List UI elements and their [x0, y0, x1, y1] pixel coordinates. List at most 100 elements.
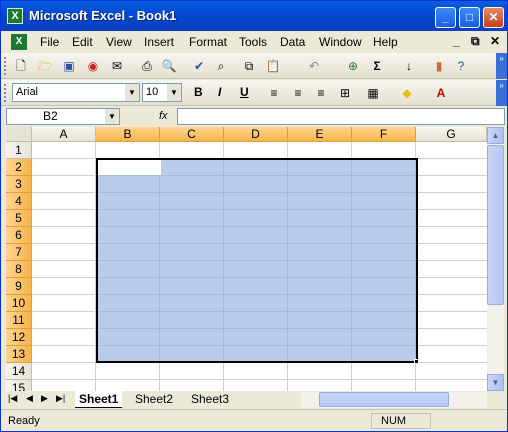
fill-handle[interactable]	[414, 359, 419, 364]
doc-close-button[interactable]: ✕	[490, 34, 500, 48]
prev-sheet-icon[interactable]: ◀	[26, 393, 33, 404]
row-header-5[interactable]: 5	[6, 210, 32, 227]
title-bar[interactable]: X Microsoft Excel - Book1 _ □ ✕	[1, 1, 507, 31]
row-header-14[interactable]: 14	[6, 363, 32, 380]
toolbar-options-chevron-icon[interactable]: »	[496, 53, 507, 79]
borders-icon[interactable]: ▦	[365, 85, 381, 101]
spelling-icon[interactable]: ✔	[191, 58, 207, 74]
chevron-down-icon[interactable]: ▼	[167, 84, 181, 101]
last-sheet-icon[interactable]: ▶|	[56, 393, 65, 404]
merge-center-icon[interactable]: ⊞	[337, 85, 353, 101]
worksheet-grid[interactable]: A B C D E F G 1 2 3 4 5 6 7 8 9 10 11 12…	[6, 127, 487, 391]
vertical-scroll-thumb[interactable]	[487, 145, 504, 305]
column-header-f[interactable]: F	[352, 127, 416, 142]
italic-button[interactable]: I	[218, 85, 221, 99]
row-header-12[interactable]: 12	[6, 329, 32, 346]
open-folder-icon[interactable]: 🗁	[37, 58, 53, 74]
name-box-value: B2	[43, 109, 58, 123]
menu-tools[interactable]: Tools	[239, 35, 267, 49]
font-name-combo[interactable]: Arial ▼	[12, 83, 140, 102]
name-box[interactable]: B2 ▼	[6, 108, 120, 125]
next-sheet-icon[interactable]: ▶	[41, 393, 48, 404]
row-header-3[interactable]: 3	[6, 176, 32, 193]
column-header-a[interactable]: A	[32, 127, 96, 142]
align-right-icon[interactable]: ≡	[313, 85, 329, 101]
doc-restore-button[interactable]: ⧉	[471, 34, 480, 49]
row-header-15[interactable]: 15	[6, 380, 32, 391]
font-size-combo[interactable]: 10 ▼	[142, 83, 182, 102]
save-icon[interactable]: ▣	[61, 58, 77, 74]
permission-icon[interactable]: ◉	[85, 58, 101, 74]
scroll-up-icon[interactable]: ▲	[487, 127, 504, 144]
menu-data[interactable]: Data	[280, 35, 305, 49]
sheet-tab-bar: |◀ ◀ ▶ ▶| Sheet1 Sheet2 Sheet3	[1, 391, 507, 408]
column-header-e[interactable]: E	[288, 127, 352, 142]
autosum-icon[interactable]: Σ	[369, 58, 385, 74]
row-header-11[interactable]: 11	[6, 312, 32, 329]
row-header-6[interactable]: 6	[6, 227, 32, 244]
row-header-7[interactable]: 7	[6, 244, 32, 261]
menu-insert[interactable]: Insert	[144, 35, 174, 49]
toolbar-options-chevron-icon[interactable]: »	[496, 80, 507, 106]
vertical-scrollbar[interactable]: ▲ ▼	[487, 127, 504, 391]
row-header-9[interactable]: 9	[6, 278, 32, 295]
menu-edit[interactable]: Edit	[72, 35, 93, 49]
row-header-10[interactable]: 10	[6, 295, 32, 312]
menu-view[interactable]: View	[106, 35, 132, 49]
hyperlink-icon[interactable]: ⊕	[345, 58, 361, 74]
help-icon[interactable]: ?	[453, 58, 469, 74]
menu-format[interactable]: Format	[189, 35, 227, 49]
paste-icon[interactable]: 📋	[265, 58, 281, 74]
chevron-down-icon[interactable]: ▼	[125, 84, 139, 101]
select-all-button[interactable]	[6, 127, 32, 142]
print-icon[interactable]: ⎙	[139, 58, 155, 74]
column-header-b[interactable]: B	[96, 127, 160, 142]
excel-window: X Microsoft Excel - Book1 _ □ ✕ X File E…	[0, 0, 508, 432]
row-header-1[interactable]: 1	[6, 142, 32, 159]
row-header-2[interactable]: 2	[6, 159, 32, 176]
row-header-4[interactable]: 4	[6, 193, 32, 210]
menu-file[interactable]: File	[40, 35, 59, 49]
maximize-button[interactable]: □	[459, 7, 480, 28]
horizontal-scrollbar[interactable]	[301, 392, 487, 408]
tab-sheet3[interactable]: Sheet3	[187, 391, 233, 408]
scroll-down-icon[interactable]: ▼	[487, 374, 504, 391]
tab-sheet2[interactable]: Sheet2	[131, 391, 177, 408]
copy-icon[interactable]: ⧉	[241, 58, 257, 74]
column-header-c[interactable]: C	[160, 127, 224, 142]
close-button[interactable]: ✕	[483, 7, 504, 28]
underline-button[interactable]: U	[240, 85, 249, 99]
active-cell[interactable]	[98, 160, 161, 175]
horizontal-scroll-thumb[interactable]	[319, 392, 449, 407]
research-icon[interactable]: ⌕	[213, 58, 229, 74]
toolbar-grip[interactable]	[4, 84, 7, 102]
workbook-icon[interactable]: X	[11, 34, 27, 50]
menu-window[interactable]: Window	[319, 35, 362, 49]
formula-input[interactable]	[177, 108, 505, 125]
fill-color-icon[interactable]: ◆	[399, 85, 415, 101]
bold-button[interactable]: B	[194, 85, 203, 99]
email-icon[interactable]: ✉	[109, 58, 125, 74]
row-header-8[interactable]: 8	[6, 261, 32, 278]
insert-function-icon[interactable]: fx	[159, 110, 168, 122]
align-left-icon[interactable]: ≡	[266, 85, 282, 101]
row-header-13[interactable]: 13	[6, 346, 32, 363]
first-sheet-icon[interactable]: |◀	[8, 393, 17, 404]
minimize-button[interactable]: _	[435, 7, 456, 28]
selected-range[interactable]	[96, 158, 418, 363]
align-center-icon[interactable]: ≡	[290, 85, 306, 101]
undo-icon[interactable]: ↶	[306, 58, 322, 74]
print-preview-icon[interactable]: 🔍	[161, 58, 177, 74]
menu-help[interactable]: Help	[373, 35, 398, 49]
column-header-g[interactable]: G	[416, 127, 487, 142]
excel-app-icon[interactable]: X	[7, 8, 23, 24]
chart-wizard-icon[interactable]: ▮	[431, 58, 447, 74]
column-header-d[interactable]: D	[224, 127, 288, 142]
chevron-down-icon[interactable]: ▼	[105, 109, 119, 124]
new-icon[interactable]: 🗋	[13, 58, 29, 74]
tab-sheet1[interactable]: Sheet1	[75, 391, 123, 408]
doc-minimize-button[interactable]: _	[453, 34, 460, 48]
toolbar-grip[interactable]	[4, 57, 7, 75]
font-color-icon[interactable]: A	[433, 85, 449, 101]
sort-ascending-icon[interactable]: ↓	[401, 58, 417, 74]
